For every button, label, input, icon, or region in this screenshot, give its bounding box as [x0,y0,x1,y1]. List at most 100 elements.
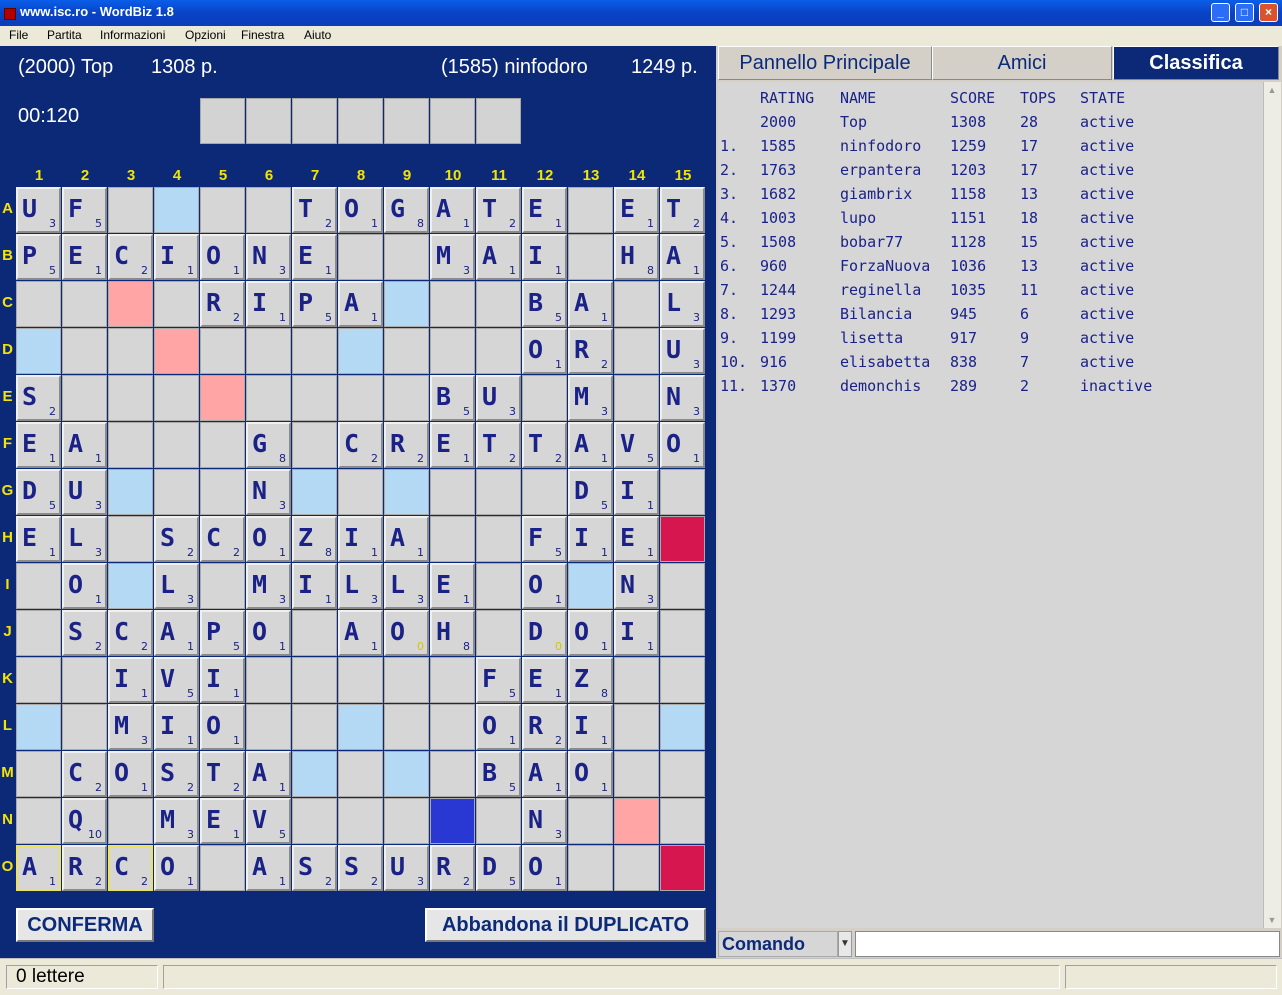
board-square[interactable] [16,657,61,703]
list-scrollbar[interactable]: ▲ ▼ [1263,82,1281,928]
letter-tile[interactable]: M3 [246,563,291,609]
letter-tile[interactable]: T2 [660,187,705,233]
bonus-square[interactable] [384,281,429,327]
board-square[interactable] [430,328,475,374]
rack-slot[interactable] [384,98,429,144]
letter-tile[interactable]: O1 [108,751,153,797]
letter-tile[interactable]: V5 [246,798,291,844]
board-square[interactable] [430,281,475,327]
letter-tile[interactable]: M3 [568,375,613,421]
board-square[interactable] [430,469,475,515]
letter-tile[interactable]: P5 [292,281,337,327]
letter-tile[interactable]: M3 [430,234,475,280]
letter-tile[interactable]: I1 [154,234,199,280]
letter-tile[interactable]: I1 [292,563,337,609]
letter-tile[interactable]: A1 [16,845,61,891]
letter-tile[interactable]: C2 [200,516,245,562]
board-square[interactable] [476,798,521,844]
letter-tile[interactable]: N3 [522,798,567,844]
board-square[interactable] [108,187,153,233]
maximize-icon[interactable]: □ [1235,3,1254,22]
letter-tile[interactable]: U3 [384,845,429,891]
rack-slot[interactable] [430,98,475,144]
bonus-square[interactable] [338,328,383,374]
board-square[interactable] [614,704,659,750]
rack-slot[interactable] [338,98,383,144]
letter-tile[interactable]: R2 [430,845,475,891]
letter-tile[interactable]: V5 [154,657,199,703]
board-square[interactable] [430,704,475,750]
bonus-square[interactable] [338,704,383,750]
letter-tile[interactable]: I1 [108,657,153,703]
letter-tile[interactable]: O1 [338,187,383,233]
letter-tile[interactable]: O1 [568,610,613,656]
board-square[interactable] [384,328,429,374]
letter-tile[interactable]: O1 [522,563,567,609]
board-square[interactable] [338,375,383,421]
board-square[interactable] [16,798,61,844]
letter-tile[interactable]: D0 [522,610,567,656]
board-square[interactable] [246,187,291,233]
letter-tile[interactable]: A1 [568,281,613,327]
board-square[interactable] [200,845,245,891]
letter-tile[interactable]: O1 [200,234,245,280]
board-square[interactable] [292,657,337,703]
board-square[interactable] [660,469,705,515]
letter-tile[interactable]: M3 [108,704,153,750]
bonus-square[interactable] [200,375,245,421]
letter-tile[interactable]: S2 [16,375,61,421]
letter-tile[interactable]: A1 [384,516,429,562]
letter-tile[interactable]: G8 [246,422,291,468]
board-square[interactable] [660,751,705,797]
menu-file[interactable]: File [9,28,28,42]
bonus-square[interactable] [154,187,199,233]
letter-tile[interactable]: N3 [246,234,291,280]
letter-tile[interactable]: O1 [522,328,567,374]
letter-tile[interactable]: L3 [660,281,705,327]
board-square[interactable] [476,469,521,515]
letter-tile[interactable]: A1 [660,234,705,280]
letter-tile[interactable]: A1 [568,422,613,468]
letter-tile[interactable]: E1 [62,234,107,280]
close-icon[interactable]: × [1259,3,1278,22]
bonus-square[interactable] [384,751,429,797]
bonus-square[interactable] [292,751,337,797]
letter-tile[interactable]: I1 [614,469,659,515]
letter-tile[interactable]: E1 [614,516,659,562]
letter-tile[interactable]: N3 [614,563,659,609]
board-square[interactable] [16,751,61,797]
letter-tile[interactable]: A1 [62,422,107,468]
command-input[interactable] [855,931,1280,957]
letter-tile[interactable]: O1 [660,422,705,468]
bonus-square[interactable] [292,469,337,515]
letter-tile[interactable]: O1 [476,704,521,750]
letter-tile[interactable]: E1 [522,657,567,703]
board-square[interactable] [430,657,475,703]
letter-tile[interactable]: R2 [62,845,107,891]
board-square[interactable] [430,516,475,562]
letter-tile[interactable]: I1 [568,704,613,750]
board-square[interactable] [338,751,383,797]
board-square[interactable] [154,281,199,327]
letter-tile[interactable]: A1 [522,751,567,797]
menu-partita[interactable]: Partita [47,28,82,42]
letter-tile[interactable]: L3 [62,516,107,562]
letter-tile[interactable]: R2 [384,422,429,468]
menu-informazioni[interactable]: Informazioni [100,28,165,42]
letter-tile[interactable]: U3 [476,375,521,421]
board-square[interactable] [292,610,337,656]
letter-tile[interactable]: E1 [430,422,475,468]
board-square[interactable] [292,798,337,844]
board-square[interactable] [384,657,429,703]
letter-tile[interactable]: Z8 [292,516,337,562]
tab-pannello-principale[interactable]: Pannello Principale [718,46,932,80]
board-square[interactable] [62,657,107,703]
board-square[interactable] [246,704,291,750]
letter-tile[interactable]: D5 [568,469,613,515]
board-square[interactable] [614,751,659,797]
letter-tile[interactable]: F5 [62,187,107,233]
board-square[interactable] [384,375,429,421]
tile-rack[interactable] [200,98,522,144]
bonus-square[interactable] [614,798,659,844]
letter-tile[interactable]: L3 [384,563,429,609]
